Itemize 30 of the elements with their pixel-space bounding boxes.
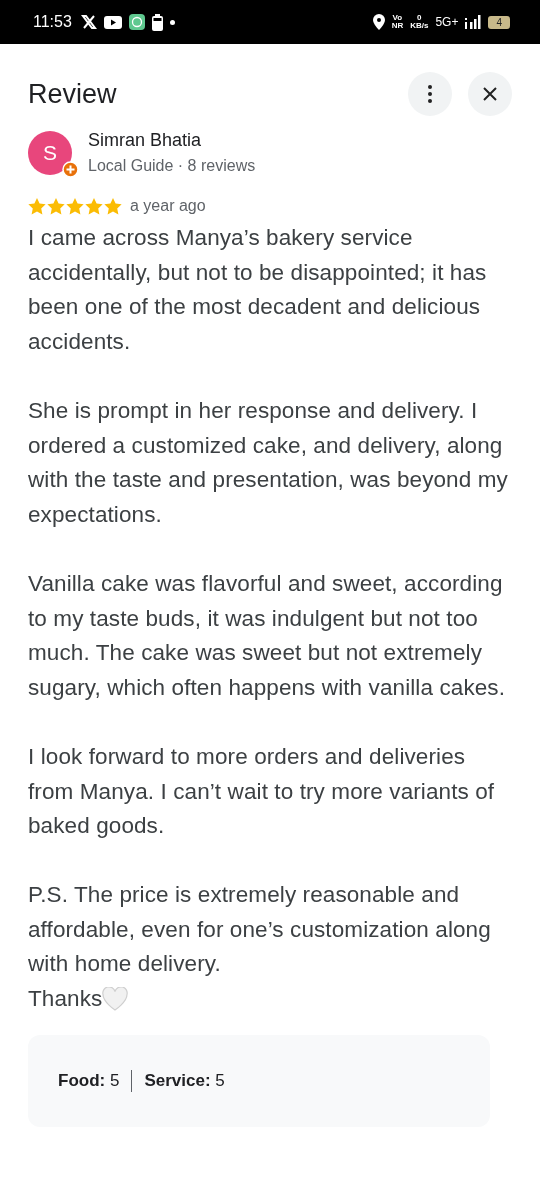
volte-label: Vo NR [391,14,404,30]
review-paragraph: She is prompt in her response and delivery. I ordered a customized cake, and delivery, along with the taste and presentation, was beyond my expectations. [28,396,509,529]
closing-text: Thanks [28,985,103,1014]
location-icon [372,14,385,30]
play-icon [103,15,122,29]
rating-text: Food: 5 [58,1070,120,1091]
clock: 11:53 [33,13,72,31]
more-vertical-icon [428,85,432,103]
close-icon [483,87,497,101]
app-icon [128,14,145,30]
review-paragraph: I look forward to more orders and deliveries from Manya. I can’t wait to try more variants of baked goods. [28,742,496,841]
network-label: 5G+ [435,15,459,29]
review-paragraph: Vanilla cake was flavorful and sweet, according to my taste buds, it was indulgent but not too much. The cake was sweet but not extremely sugary, which often happens with vanilla cakes. [28,569,507,702]
reviewer-stats: Local Guide · 8 reviews [88,157,256,175]
rating-text: Service: 5 [144,1070,225,1091]
x-logo-icon [80,14,97,30]
review-paragraph: P.S. The price is extremely reasonable and affordable, even for one’s customization along with home delivery. [28,881,492,979]
close-button[interactable] [468,72,512,116]
local-guide-badge-icon [62,160,79,178]
reviewer-name[interactable]: Simran Bhatia [88,130,256,151]
review-paragraph: I came across Manya’s bakery service accidentally, but not to be disappointed; it has been one of the most decadent and delicious accidents. [28,224,488,356]
speed-label: 0 KB/s [410,14,429,30]
avatar: S [28,130,72,175]
dot-icon [169,19,175,25]
battery-icon [151,13,163,31]
heart-icon [102,987,129,1012]
battery-level: 4 [488,15,510,29]
page-title: Review [28,78,118,110]
review-date: a year ago [130,197,206,215]
signal-icon [465,15,482,29]
